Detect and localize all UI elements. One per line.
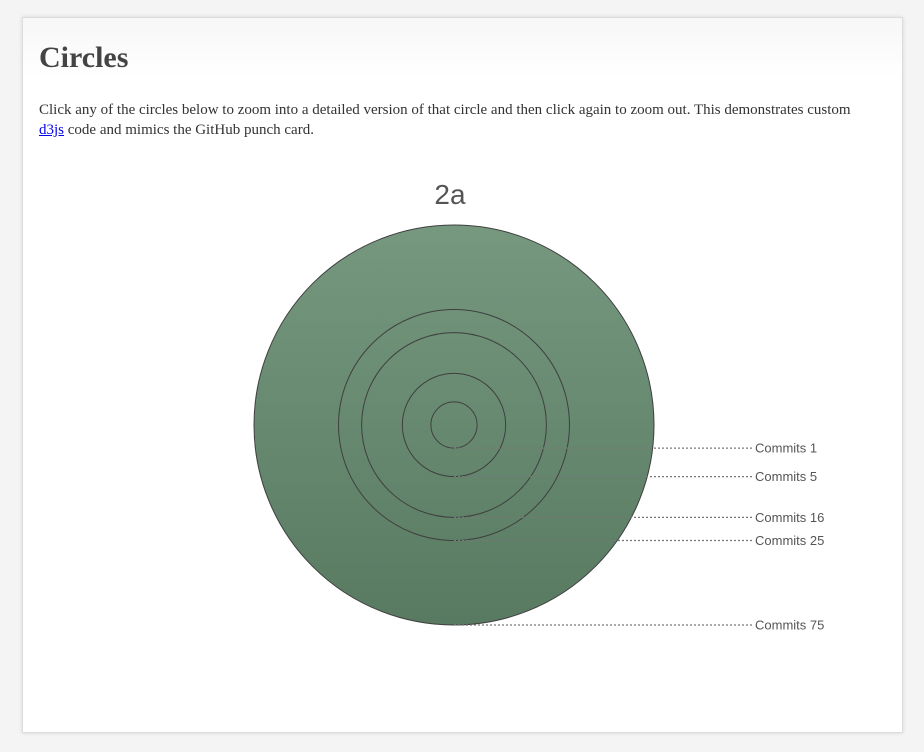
diagram-heading: 2a: [434, 179, 466, 210]
ring-label-75: Commits 75: [755, 618, 824, 633]
ring-label-1: Commits 1: [755, 441, 817, 456]
rings-group[interactable]: [253, 224, 655, 626]
circles-diagram[interactable]: 2a Commits 1 Commits 5 Commits 16 Commits 2…: [0, 0, 924, 752]
ring-circle-75[interactable]: [253, 224, 655, 626]
ring-label-5: Commits 5: [755, 469, 817, 484]
ring-label-16: Commits 16: [755, 510, 824, 525]
ring-label-25: Commits 25: [755, 533, 824, 548]
